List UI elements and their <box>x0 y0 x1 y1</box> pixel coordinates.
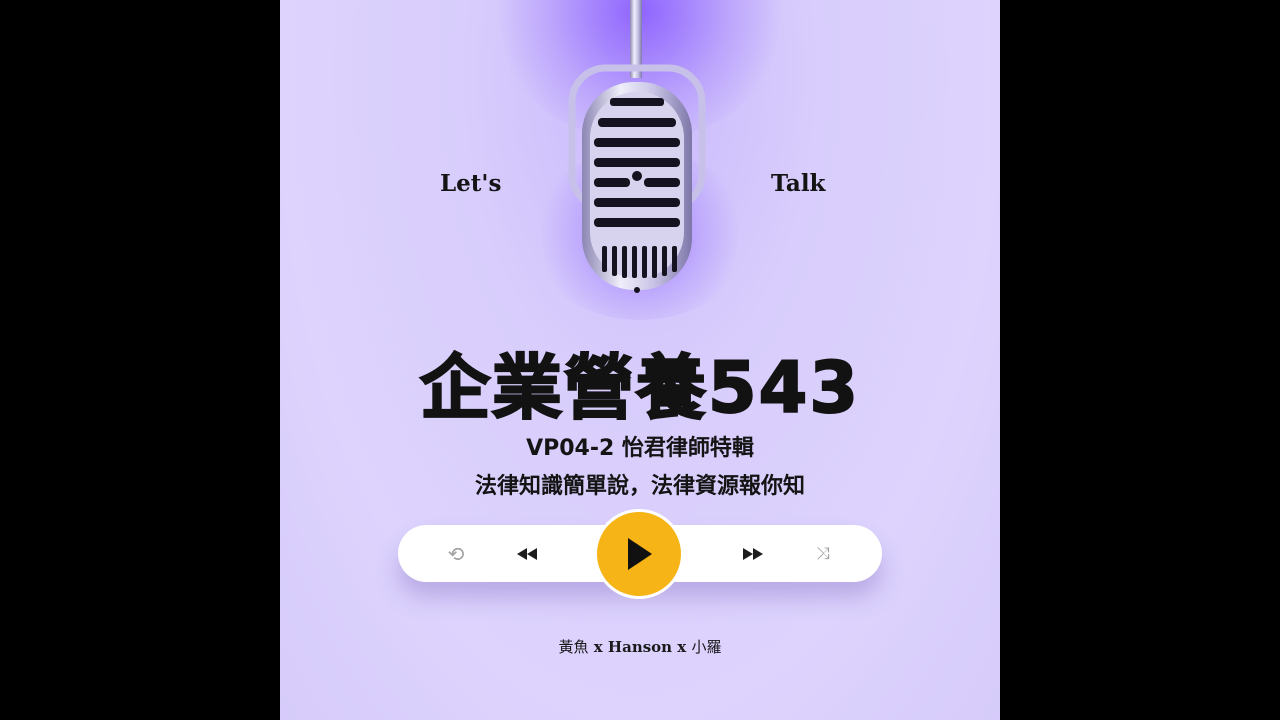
credit-sep-2: x <box>672 638 692 656</box>
repeat-icon[interactable]: ⟲ <box>436 525 476 582</box>
video-frame: Let's Talk 企業營養543 VP04-2 怡君律師特輯 法律知識簡單說… <box>0 0 1280 720</box>
host-1: 黃魚 <box>558 638 589 656</box>
credit-sep-1: x <box>588 638 608 656</box>
lets-label: Let's <box>440 170 502 197</box>
player-bar: ⟲ ⤨ <box>398 509 882 599</box>
credits-line: 黃魚 x Hanson x 小羅 <box>280 636 1000 657</box>
fast-forward-icon[interactable] <box>733 525 773 582</box>
rewind-icon[interactable] <box>507 525 547 582</box>
talk-label: Talk <box>771 170 826 197</box>
host-3: 小羅 <box>691 638 722 656</box>
play-button[interactable] <box>594 509 684 599</box>
show-title: 企業營養543 <box>419 346 861 430</box>
podcast-cover: Let's Talk 企業營養543 VP04-2 怡君律師特輯 法律知識簡單說… <box>280 0 1000 720</box>
episode-tagline: 法律知識簡單說，法律資源報你知 <box>474 474 805 499</box>
play-icon <box>628 538 652 570</box>
episode-line: VP04-2 怡君律師特輯 <box>526 436 754 461</box>
microphone-icon <box>568 0 706 293</box>
host-2: Hanson <box>607 638 673 656</box>
shuffle-icon[interactable]: ⤨ <box>803 525 843 582</box>
